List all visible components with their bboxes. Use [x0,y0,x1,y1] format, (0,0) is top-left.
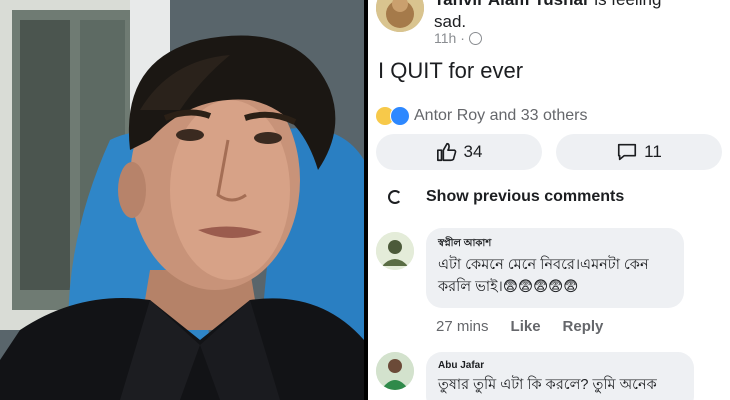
comment-bubble: স্বপ্নীল আকাশ এটা কেমনে মেনে নিবরে।এমনটা… [426,228,684,308]
feeling-value: sad. [434,12,467,31]
comment-author[interactable]: Abu Jafar [438,360,484,371]
comment-time: 27 mins [436,318,489,335]
show-previous-comments[interactable]: Show previous comments [388,188,624,206]
post-text: I QUIT for ever [378,58,524,83]
comment-count: 11 [644,142,662,161]
poster-avatar[interactable] [376,0,424,32]
comment-button[interactable]: 11 [556,134,722,170]
globe-icon [468,32,482,45]
post-time[interactable]: 11h · [434,30,465,46]
poster-avatar-image [376,0,424,32]
comment-text: তুষার তুমি এটা কি করলে? তুমি অনেক [438,377,657,393]
reactions-summary[interactable]: Antor Roy and 33 others [376,106,587,126]
show-previous-label: Show previous comments [426,188,625,205]
commenter-avatar-image [376,352,414,390]
profile-photo [0,0,364,400]
thumbs-up-icon [436,142,456,162]
poster-header: Tanvir Alam Tushar is feeling [434,0,661,10]
facebook-post: Tanvir Alam Tushar is feeling sad. 11h ·… [368,0,730,400]
photo-illustration [0,0,364,400]
refresh-icon [388,190,402,204]
post-meta: 11h · [434,30,482,46]
comment-icon [618,143,637,161]
comment-text: এটা কেমনে মেনে নিবরে।এমনটা কেন করলি ভাই।… [438,257,649,295]
comment-author[interactable]: স্বপ্নীল আকাশ [438,236,491,253]
like-button[interactable]: 34 [376,134,542,170]
comment-actions: 27 mins Like Reply [436,318,603,335]
poster-name[interactable]: Tanvir Alam Tushar [434,0,590,9]
commenter-avatar[interactable] [376,352,414,390]
comment-like-button[interactable]: Like [511,318,541,335]
reactions-text: Antor Roy and 33 others [414,107,588,124]
commenter-avatar[interactable] [376,232,414,270]
like-count: 34 [463,142,483,161]
like-reaction-icon [390,106,410,126]
comment-bubble: Abu Jafar তুষার তুমি এটা কি করলে? তুমি অ… [426,352,694,400]
comment-reply-button[interactable]: Reply [563,318,604,335]
commenter-avatar-image [376,232,414,270]
feeling-label: is feeling [594,0,661,9]
